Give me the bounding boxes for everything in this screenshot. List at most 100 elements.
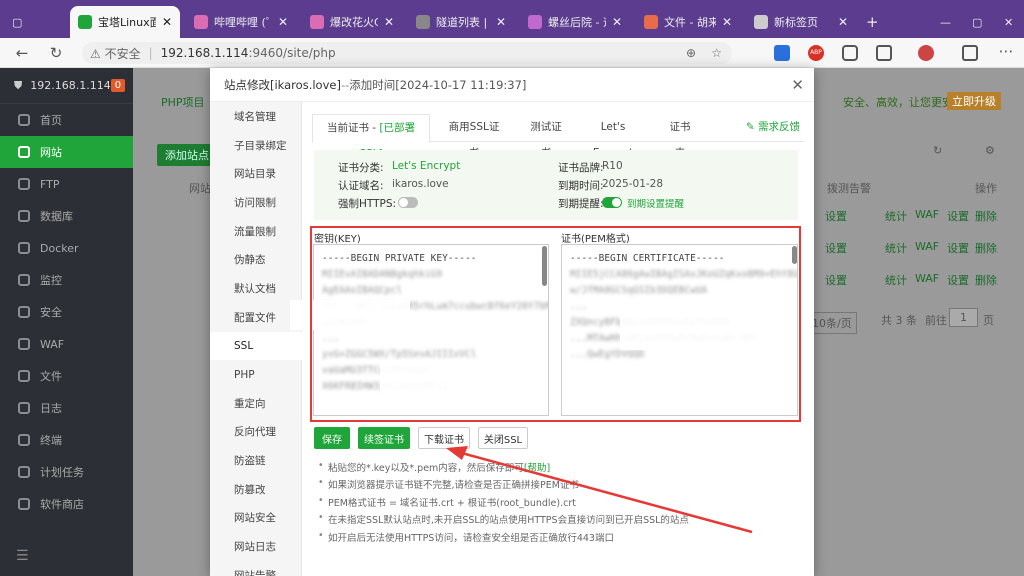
row-action-waf[interactable]: WAF xyxy=(915,272,939,285)
tab-letsencrypt[interactable]: Let's Encrypt xyxy=(578,114,648,159)
extensions-icon[interactable] xyxy=(842,45,858,61)
row-action-waf[interactable]: WAF xyxy=(915,240,939,253)
profile-avatar[interactable] xyxy=(918,45,934,61)
browser-tab[interactable]: 宝塔Linux面板 ✕ xyxy=(70,6,180,38)
modal-menu-item[interactable]: 网站安全 xyxy=(210,504,301,533)
adblock-icon[interactable]: ABP xyxy=(808,45,824,61)
modal-menu-item[interactable]: SSL xyxy=(210,331,303,361)
tab-commercial-ssl[interactable]: 商用SSL证书 xyxy=(436,114,512,159)
tab-cert-folder[interactable]: 证书夹 xyxy=(658,114,702,159)
window-close-icon[interactable]: ✕ xyxy=(996,6,1016,38)
add-site-button[interactable]: 添加站点 xyxy=(157,144,217,166)
expire-remind-link[interactable]: 到期设置提醒 xyxy=(627,196,684,210)
reload-icon[interactable]: ↻ xyxy=(46,43,66,63)
extension-b-icon[interactable] xyxy=(774,45,790,61)
row-action-del[interactable]: 删除 xyxy=(975,208,997,224)
modal-close-icon[interactable]: ✕ xyxy=(791,76,804,94)
minimize-icon[interactable]: — xyxy=(932,6,952,38)
sidebar-item[interactable]: FTP xyxy=(0,168,133,200)
browser-tab[interactable]: 隧道列表 | Sak ✕ xyxy=(408,6,514,38)
favorite-star-icon[interactable]: ☆ xyxy=(711,46,722,60)
sidebar-item[interactable]: WAF xyxy=(0,328,133,360)
row-action-set[interactable]: 设置 xyxy=(947,208,969,224)
sidebar-item[interactable]: 终端 xyxy=(0,424,133,456)
sidebar-item[interactable]: 软件商店 xyxy=(0,488,133,520)
modal-menu-item[interactable]: 默认文档 xyxy=(210,274,301,303)
download-cert-button[interactable]: 下载证书 xyxy=(418,427,470,449)
renew-cert-button[interactable]: 续签证书 xyxy=(358,427,410,449)
page-input[interactable]: 1 xyxy=(949,308,978,327)
tab-close-icon[interactable]: ✕ xyxy=(162,15,172,29)
insecure-warning[interactable]: ⚠ 不安全 xyxy=(90,45,141,62)
browser-tab[interactable]: 螺丝后院 - 道 ✕ xyxy=(520,6,630,38)
modal-menu-item[interactable]: 反向代理 xyxy=(210,418,301,447)
row-action-set[interactable]: 设置 xyxy=(947,272,969,288)
tab-current-cert[interactable]: 当前证书 - [已部署SSL] xyxy=(312,114,430,160)
browser-tab[interactable]: 爆改花火CV赵 ✕ xyxy=(302,6,402,38)
force-https-toggle[interactable] xyxy=(398,197,418,208)
row-action-stats[interactable]: 统计 xyxy=(885,272,907,288)
modal-menu-item[interactable]: 配置文件 xyxy=(210,303,301,332)
sidebar-item[interactable]: 监控 xyxy=(0,264,133,296)
address-bar[interactable]: ⚠ 不安全 | 192.168.1.114:9460/site/php ⊕ ☆ xyxy=(82,42,732,64)
new-tab-button[interactable]: + xyxy=(858,6,880,38)
sidebar-item[interactable]: 数据库 xyxy=(0,200,133,232)
refresh-icon[interactable]: ↻ xyxy=(933,144,947,158)
sidebar-item[interactable]: 日志 xyxy=(0,392,133,424)
tab-close-icon[interactable]: ✕ xyxy=(278,15,288,29)
row-action-settings[interactable]: 设置 xyxy=(825,208,847,224)
split-screen-icon[interactable] xyxy=(876,45,892,61)
sidebar-item[interactable]: 网站 xyxy=(0,136,133,168)
modal-menu-item[interactable]: 伪静态 xyxy=(210,245,301,274)
modal-menu-item[interactable]: 防篡改 xyxy=(210,475,301,504)
row-action-waf[interactable]: WAF xyxy=(915,208,939,221)
sidebar-item[interactable]: 首页 xyxy=(0,104,133,136)
browser-tab[interactable]: 新标签页 ✕ xyxy=(746,6,856,38)
settings-gear-icon[interactable]: ⚙ xyxy=(985,144,999,158)
row-action-settings[interactable]: 设置 xyxy=(825,240,847,256)
row-action-stats[interactable]: 统计 xyxy=(885,208,907,224)
page-size-select[interactable]: 10条/页 xyxy=(807,312,857,334)
zoom-icon[interactable]: ⊕ xyxy=(686,46,696,60)
modal-menu-item[interactable]: PHP xyxy=(210,360,301,389)
restore-icon[interactable]: ▢ xyxy=(964,6,984,38)
notification-badge[interactable]: 0 xyxy=(110,79,126,92)
feedback-link[interactable]: ✎ 需求反馈 xyxy=(746,114,800,142)
help-link[interactable]: [帮助] xyxy=(524,463,550,474)
tab-test-cert[interactable]: 测试证书 xyxy=(518,114,574,159)
row-action-set[interactable]: 设置 xyxy=(947,240,969,256)
sidebar-item[interactable]: Docker xyxy=(0,232,133,264)
sidebar-item[interactable]: 计划任务 xyxy=(0,456,133,488)
tab-close-icon[interactable]: ✕ xyxy=(612,15,622,29)
row-action-del[interactable]: 删除 xyxy=(975,272,997,288)
save-button[interactable]: 保存 xyxy=(314,427,350,449)
modal-menu-item[interactable]: 网站目录 xyxy=(210,159,301,188)
modal-menu-item[interactable]: 网站日志 xyxy=(210,532,301,561)
upgrade-button[interactable]: 立即升级 xyxy=(947,92,1001,110)
row-action-del[interactable]: 删除 xyxy=(975,240,997,256)
sidebar-collapse-icon[interactable]: ☰ xyxy=(16,548,29,564)
modal-menu-item[interactable]: 防盗链 xyxy=(210,446,301,475)
sidebar-item[interactable]: 安全 xyxy=(0,296,133,328)
tab-close-icon[interactable]: ✕ xyxy=(384,15,394,29)
browser-tab[interactable]: 文件 - 胡来的 ✕ xyxy=(636,6,740,38)
browser-tab[interactable]: 哔哩哔哩 (゜-゜ ✕ xyxy=(186,6,296,38)
modal-menu-item[interactable]: 流量限制 xyxy=(210,217,301,246)
tab-close-icon[interactable]: ✕ xyxy=(722,15,732,29)
tab-close-icon[interactable]: ✕ xyxy=(838,15,848,29)
modal-menu-item[interactable]: 重定向 xyxy=(210,389,301,418)
row-action-settings[interactable]: 设置 xyxy=(825,272,847,288)
back-icon[interactable]: ← xyxy=(12,43,32,63)
row-action-stats[interactable]: 统计 xyxy=(885,240,907,256)
close-ssl-button[interactable]: 关闭SSL xyxy=(478,427,528,449)
tab-close-icon[interactable]: ✕ xyxy=(496,15,506,29)
expire-remind-toggle[interactable] xyxy=(602,197,622,208)
modal-menu-item[interactable]: 访问限制 xyxy=(210,188,301,217)
modal-menu-item[interactable]: 域名管理 xyxy=(210,102,301,131)
tab-php-project[interactable]: PHP项目 xyxy=(161,94,205,110)
browser-more-icon[interactable]: ⋯ xyxy=(996,41,1016,61)
modal-menu-item[interactable]: 网站告警 xyxy=(210,561,301,576)
browser-menu-icon[interactable]: ▢ xyxy=(4,6,30,38)
collections-icon[interactable] xyxy=(962,45,978,61)
modal-menu-item[interactable]: 子目录绑定 xyxy=(210,131,301,160)
